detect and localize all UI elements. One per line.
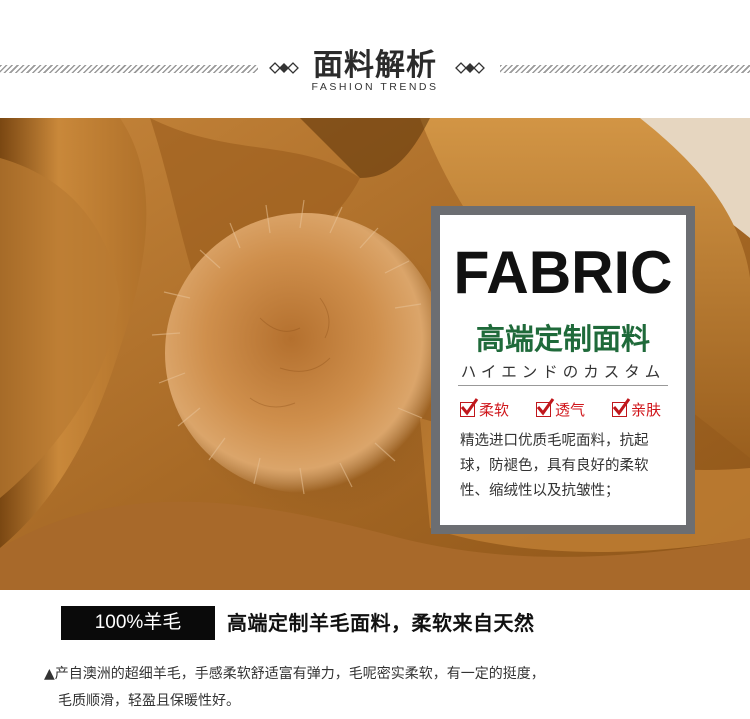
checkbox-icon bbox=[536, 397, 555, 417]
section-header: 面料解析 FASHION TRENDS bbox=[0, 0, 750, 118]
feature-label: 透气 bbox=[555, 400, 586, 419]
fabric-info-card: FABRIC 高端定制面料 ハイエンドのカスタム 柔软 透气 亲肤 精选进口优质… bbox=[431, 206, 695, 534]
fabric-title: FABRIC bbox=[453, 239, 673, 306]
wool-headline: 高端定制羊毛面料，柔软来自天然 bbox=[227, 611, 535, 635]
wool-description: ▲产自澳洲的超细羊毛，手感柔软舒适富有弹力，毛呢密实柔软，有一定的挺度， 毛质顺… bbox=[44, 661, 724, 715]
feature-item: 柔软 bbox=[460, 397, 510, 420]
hatch-divider-left bbox=[0, 65, 258, 73]
fabric-japanese-caption: ハイエンドのカスタム bbox=[460, 363, 666, 381]
fabric-description-line: 精选进口优质毛呢面料，抗起 bbox=[460, 433, 649, 449]
diamond-ornament-left bbox=[269, 62, 299, 74]
feature-list: 柔软 透气 亲肤 bbox=[460, 397, 680, 420]
fabric-description: 精选进口优质毛呢面料，抗起 球，防褪色，具有良好的柔软 性、缩绒性以及抗皱性； bbox=[460, 429, 682, 504]
hatch-divider-right bbox=[500, 65, 750, 73]
card-divider bbox=[458, 385, 668, 386]
checkbox-icon bbox=[612, 397, 631, 417]
fabric-info-card-inner: FABRIC 高端定制面料 ハイエンドのカスタム 柔软 透气 亲肤 精选进口优质… bbox=[440, 215, 686, 525]
wool-description-line: ▲产自澳洲的超细羊毛，手感柔软舒适富有弹力，毛呢密实柔软，有一定的挺度， bbox=[44, 666, 545, 682]
feature-label: 亲肤 bbox=[631, 400, 662, 419]
wool-badge: 100%羊毛 bbox=[61, 606, 215, 640]
fabric-description-line: 性、缩绒性以及抗皱性； bbox=[460, 483, 620, 499]
feature-label: 柔软 bbox=[479, 400, 510, 419]
checkbox-icon bbox=[460, 397, 479, 417]
diamond-ornament-right bbox=[455, 62, 485, 74]
feature-item: 亲肤 bbox=[612, 397, 662, 420]
page-title: 面料解析 bbox=[313, 48, 437, 83]
fabric-heading: 高端定制面料 bbox=[475, 322, 650, 356]
wool-description-line: 毛质顺滑，轻盈且保暖性好。 bbox=[58, 693, 240, 709]
fabric-description-line: 球，防褪色，具有良好的柔软 bbox=[460, 458, 649, 474]
page-subtitle: FASHION TRENDS bbox=[311, 81, 439, 93]
feature-item: 透气 bbox=[536, 397, 586, 420]
